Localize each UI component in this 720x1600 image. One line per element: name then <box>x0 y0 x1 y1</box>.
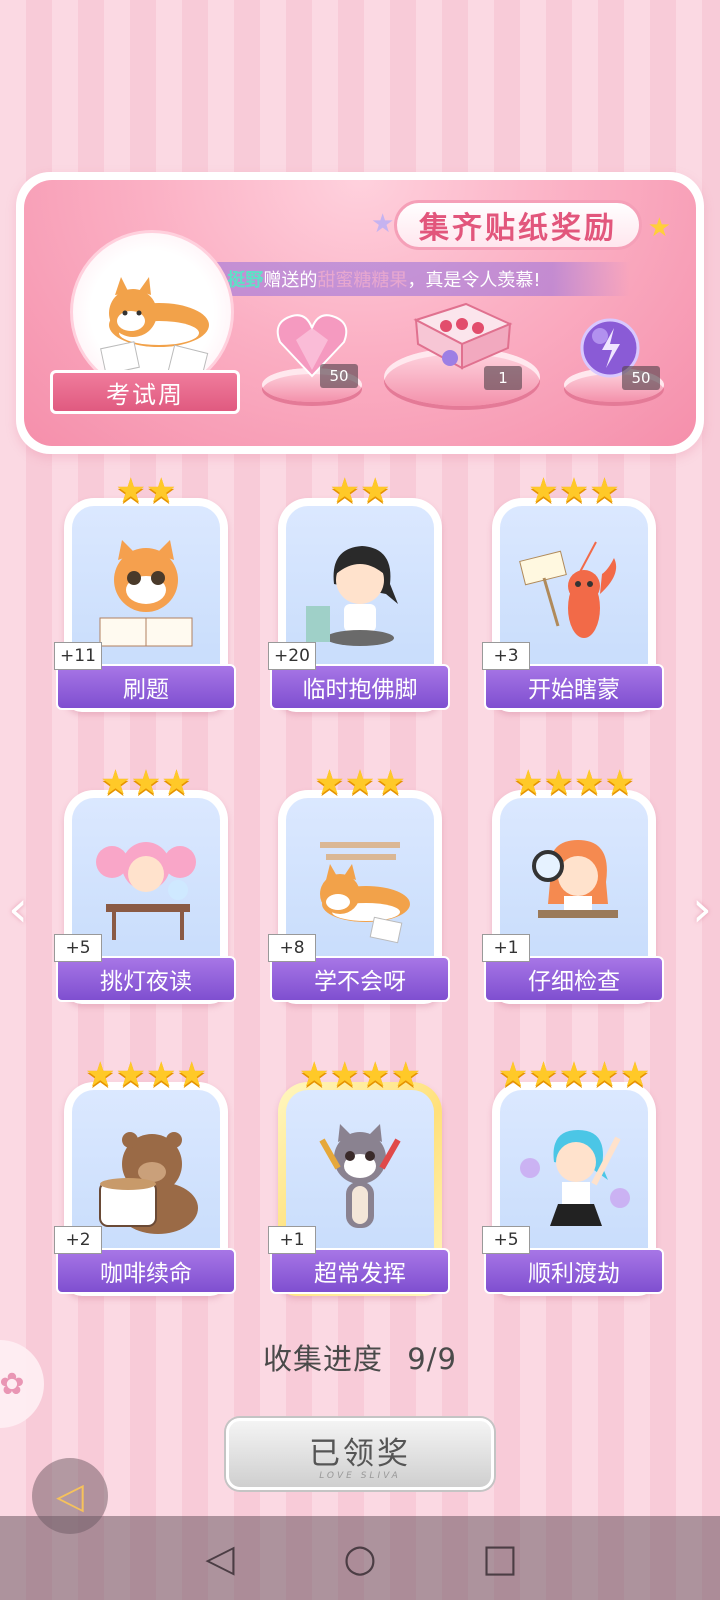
sticker-card[interactable]: ★★★★ +2 咖啡续命 <box>54 1058 236 1298</box>
star-icon: ★ <box>647 213 671 243</box>
rarity-stars: ★★★★ <box>513 763 635 803</box>
rarity-stars: ★★★★ <box>299 1055 421 1095</box>
claimed-button-subtext: LOVE SLIVA <box>319 1470 401 1481</box>
sticker-label: 临时抱佛脚 <box>270 664 450 710</box>
sticker-grid: ★★ +11 刷题 ★★ +20 临时抱佛脚 ★★★ +3 开始瞎蒙 ★★★ +… <box>54 474 664 1298</box>
sticker-count: +11 <box>54 642 102 670</box>
sticker-card[interactable]: ★★★ +5 挑灯夜读 <box>54 766 236 1006</box>
claimed-button[interactable]: 已领奖 LOVE SLIVA <box>226 1418 494 1490</box>
back-arrow-icon: ◁ <box>56 1475 84 1517</box>
reward-title: 集齐贴纸奖励 <box>419 211 617 246</box>
sticker-label: 挑灯夜读 <box>56 956 236 1002</box>
ticker-text: 赠送的 <box>263 270 318 291</box>
sticker-card[interactable]: ★★ +11 刷题 <box>54 474 236 714</box>
sticker-label: 学不会呀 <box>270 956 450 1002</box>
bear-coffee-icon <box>99 1132 198 1234</box>
cat-cheering-icon <box>319 1124 401 1228</box>
sticker-label: 开始瞎蒙 <box>484 664 664 710</box>
next-page-arrow-icon[interactable]: › <box>692 880 712 938</box>
rarity-stars: ★★★ <box>528 471 620 511</box>
nav-home-icon[interactable]: ○ <box>330 1536 390 1580</box>
exam-week-ribbon: 考试周 <box>50 370 240 414</box>
sticker-count: +8 <box>268 934 316 962</box>
star-icon: ★ <box>371 209 395 239</box>
heart-gem-count: 50 <box>320 364 358 388</box>
rarity-stars: ★★ <box>115 471 177 511</box>
sticker-count: +20 <box>268 642 316 670</box>
rarity-stars: ★★★★★ <box>497 1055 651 1095</box>
prev-page-arrow-icon[interactable]: ‹ <box>8 880 28 938</box>
sticker-card[interactable]: ★★ +20 临时抱佛脚 <box>268 474 450 714</box>
sticker-count: +5 <box>54 934 102 962</box>
girl-praying-icon <box>306 546 398 646</box>
cat-studying-icon <box>99 540 193 647</box>
nav-recents-icon[interactable]: □ <box>470 1536 530 1580</box>
sticker-count: +2 <box>54 1226 102 1254</box>
sticker-card[interactable]: ★★★★ +1 仔细检查 <box>482 766 664 1006</box>
sticker-count: +1 <box>482 934 530 962</box>
shiba-lying-icon <box>320 842 410 944</box>
sticker-card[interactable]: ★★★★ +1 超常发挥 <box>268 1058 450 1298</box>
girl-night-study-icon <box>96 842 196 940</box>
sticker-reward-panel: ★ 集齐贴纸奖励 ★ 艺玲14猴 挺野 赠送的 甜蜜糖糖果 ，真是令人羡慕! <box>16 172 704 454</box>
sticker-count: +3 <box>482 642 530 670</box>
sticker-card[interactable]: ★★★ +8 学不会呀 <box>268 766 450 1006</box>
reward-panel-inner: ★ 集齐贴纸奖励 ★ 艺玲14猴 挺野 赠送的 甜蜜糖糖果 ，真是令人羡慕! <box>24 180 696 446</box>
sticker-label: 仔细检查 <box>484 956 664 1002</box>
gift-box-icon[interactable] <box>406 286 516 370</box>
system-navigation-bar: ◁ ○ □ <box>0 1516 720 1600</box>
nav-back-icon[interactable]: ◁ <box>190 1536 250 1580</box>
gift-box-count: 1 <box>484 366 522 390</box>
rarity-stars: ★★★ <box>100 763 192 803</box>
sticker-card[interactable]: ★★★ +3 开始瞎蒙 <box>482 474 664 714</box>
sticker-label: 刷题 <box>56 664 236 710</box>
ticker-gift-name: 甜蜜糖糖果 <box>317 270 408 291</box>
sticker-count: +1 <box>268 1226 316 1254</box>
collection-progress: 收集进度 9/9 <box>0 1336 720 1378</box>
sticker-card[interactable]: ★★★★★ +5 顺利渡劫 <box>482 1058 664 1298</box>
girl-victory-icon <box>520 1130 630 1226</box>
sticker-label: 顺利渡劫 <box>484 1248 664 1294</box>
petal-icon: ✿ <box>0 1366 25 1402</box>
rarity-stars: ★★★★ <box>85 1055 207 1095</box>
reward-title-banner: ★ 集齐贴纸奖励 ★ <box>371 200 671 250</box>
purple-orb-count: 50 <box>622 366 660 390</box>
rarity-stars: ★★ <box>329 471 391 511</box>
girl-magnifier-icon <box>532 840 618 918</box>
lobster-sign-icon <box>519 541 617 638</box>
sticker-count: +5 <box>482 1226 530 1254</box>
progress-value: 9/9 <box>407 1342 457 1376</box>
shiba-dog-icon <box>100 277 209 380</box>
claimed-button-label: 已领奖 <box>309 1435 411 1472</box>
progress-label: 收集进度 <box>263 1342 384 1376</box>
sticker-label: 咖啡续命 <box>56 1248 236 1294</box>
rarity-stars: ★★★ <box>314 763 406 803</box>
sticker-label: 超常发挥 <box>270 1248 450 1294</box>
